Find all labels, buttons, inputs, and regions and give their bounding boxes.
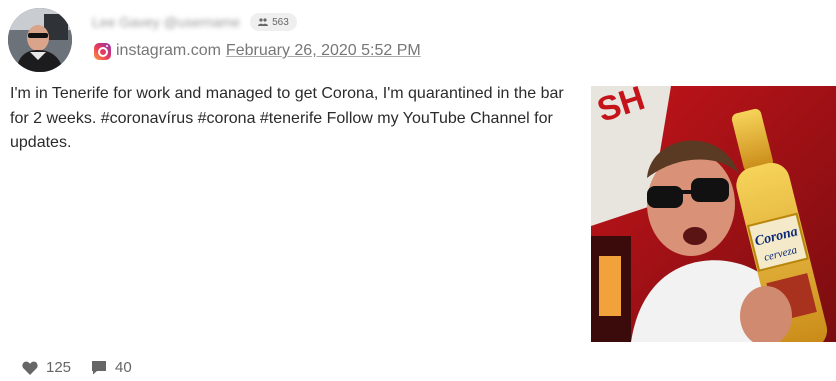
avatar-photo [8,8,72,72]
post-stats: 125 40 [22,359,132,376]
source-line: instagram.com February 26, 2020 5:52 PM [94,40,421,62]
comment-icon [92,361,107,375]
post-image[interactable]: SH Corona cerveza [591,86,836,342]
post-text: I'm in Tenerife for work and managed to … [10,85,564,151]
author-name[interactable]: Lee Gavey @username [92,14,240,30]
likes-stat[interactable]: 125 [22,359,71,376]
post-date-link[interactable]: February 26, 2020 5:52 PM [226,42,421,60]
comments-count: 40 [115,359,132,376]
follower-count: 563 [272,16,289,28]
likes-count: 125 [46,359,72,376]
follower-badge: 563 [250,13,297,31]
source-domain[interactable]: instagram.com [116,42,221,60]
people-icon [258,18,269,26]
photo-bottle: SH Corona cerveza [591,86,836,342]
heart-icon [22,361,38,375]
social-post-card: Lee Gavey @username 563 instagram.com Fe… [0,0,836,381]
instagram-icon [94,42,111,60]
author-line: Lee Gavey @username 563 [92,12,297,32]
author-avatar[interactable] [8,8,72,72]
comments-stat[interactable]: 40 [91,359,132,376]
